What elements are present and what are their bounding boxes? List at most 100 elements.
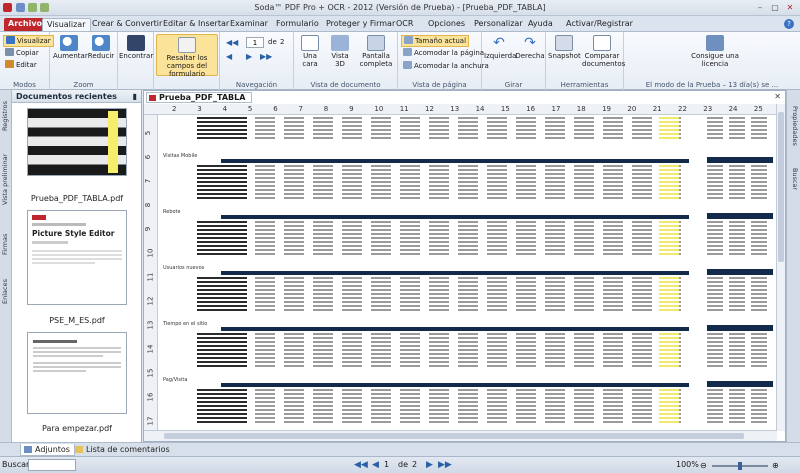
vertical-scrollbar[interactable] (776, 104, 785, 431)
search-input[interactable] (28, 459, 76, 471)
rotate-left-button[interactable]: ↶ Izquierda (484, 35, 516, 60)
copiar-mode-button[interactable]: Copiar (5, 48, 39, 58)
tab-vista-preliminar[interactable]: Vista preliminar (1, 144, 11, 214)
thumb-line (32, 250, 122, 252)
scroll-thumb[interactable] (164, 433, 744, 439)
menu-personalizar[interactable]: Personalizar (470, 18, 527, 31)
table-cell (255, 341, 275, 343)
table-cell (632, 397, 652, 399)
table-cell (574, 305, 594, 307)
table-cell (342, 401, 362, 403)
menu-crear[interactable]: Crear & Convertir (88, 18, 166, 31)
close-doc-icon[interactable]: ✕ (774, 92, 781, 101)
table-cell (371, 401, 391, 403)
table-cell (545, 409, 565, 411)
table-cell (751, 397, 767, 399)
get-license-button[interactable]: Consigue una licencia (690, 35, 740, 68)
table-cell (342, 197, 362, 199)
file-name-prueba[interactable]: Prueba_PDF_TABLA.pdf (12, 194, 142, 203)
first-page-icon[interactable]: ◀◀ (354, 461, 368, 470)
menu-ocr[interactable]: OCR (392, 18, 417, 31)
horizontal-scrollbar[interactable] (144, 430, 777, 441)
table-cell (284, 245, 304, 247)
table-cell (574, 165, 594, 167)
una-cara-button[interactable]: Una cara (296, 35, 324, 68)
zoom-in-icon[interactable]: ⊕ (772, 461, 779, 470)
thumbnail-pse[interactable]: Picture Style Editor (27, 210, 127, 305)
vista-3d-button[interactable]: Vista 3D (326, 35, 354, 68)
last-page-icon[interactable]: ▶▶ (260, 52, 272, 61)
table-cell (545, 305, 565, 307)
menu-visualizar[interactable]: Visualizar (42, 18, 91, 31)
prev-page-icon[interactable]: ◀ (372, 461, 379, 470)
highlight-fields-button[interactable]: Resaltar los campos del formulario (156, 34, 218, 78)
recent-documents-panel: Documentos recientes ▮ Prueba_PDF_TABLA.p… (12, 90, 142, 442)
first-page-icon[interactable]: ◀◀ (226, 38, 238, 47)
file-name-para-empezar[interactable]: Para empezar.pdf (12, 424, 142, 433)
tab-propiedades[interactable]: Propiedades (789, 96, 799, 156)
table-cell (342, 345, 362, 347)
menu-editar[interactable]: Editar & Insertar (159, 18, 233, 31)
table-cell (545, 361, 565, 363)
pin-icon[interactable]: ▮ (133, 90, 137, 103)
table-cell (313, 409, 333, 411)
zoom-out-icon[interactable]: ⊖ (700, 461, 707, 470)
visualizar-mode-button[interactable]: Visualizar (3, 35, 54, 47)
table-cell (429, 365, 449, 367)
page-number-input[interactable] (246, 37, 264, 48)
table-cell (400, 413, 420, 415)
scroll-thumb[interactable] (778, 112, 784, 262)
menu-formulario[interactable]: Formulario (272, 18, 323, 31)
tab-firmas[interactable]: Firmas (1, 224, 11, 264)
table-cell (751, 125, 767, 127)
find-button[interactable]: Encontrar (119, 35, 153, 60)
table-cell (516, 337, 536, 339)
zoom-in-button[interactable]: Aumentar (53, 35, 88, 60)
table-cell (516, 301, 536, 303)
next-page-icon[interactable]: ▶ (426, 461, 433, 470)
document-view[interactable]: Prueba_PDF_TABLA ✕ 2 3 4 5 6 7 8 9 10 11 12 13 14 15 1… (143, 90, 786, 442)
maximize-button[interactable]: ▢ (769, 2, 781, 13)
table-cell (516, 233, 536, 235)
next-page-icon[interactable]: ▶ (246, 52, 252, 61)
zoom-slider-thumb[interactable] (738, 462, 742, 470)
menu-activar[interactable]: Activar/Registrar (562, 18, 637, 31)
tab-comentarios[interactable]: Lista de comentarios (72, 444, 174, 456)
prev-page-icon[interactable]: ◀ (226, 52, 232, 61)
table-cell (400, 249, 420, 251)
tab-adjuntos[interactable]: Adjuntos (20, 444, 75, 456)
pantalla-completa-button[interactable]: Pantalla completa (356, 35, 396, 68)
menu-archivo[interactable]: Archivo (4, 18, 47, 31)
table-cell (751, 181, 767, 183)
file-name-pse[interactable]: PSE_M_ES.pdf (12, 316, 142, 325)
zoom-out-button[interactable]: Reducir (85, 35, 117, 60)
table-cell (729, 361, 745, 363)
document-tab[interactable]: Prueba_PDF_TABLA (146, 92, 253, 103)
tab-buscar[interactable]: Buscar (789, 162, 799, 196)
menu-opciones[interactable]: Opciones (424, 18, 469, 31)
thumbnail-para-empezar[interactable] (27, 332, 127, 414)
table-cell (707, 285, 723, 287)
table-cell (313, 281, 333, 283)
thumbnail-prueba[interactable] (27, 108, 127, 176)
table-cell (400, 233, 420, 235)
table-cell (707, 117, 723, 119)
table-cell (255, 225, 275, 227)
menu-proteger[interactable]: Proteger y Firmar (322, 18, 399, 31)
acomodar-anchura-button[interactable]: Acomodar la anchura (403, 61, 489, 71)
last-page-icon[interactable]: ▶▶ (438, 461, 452, 470)
help-icon[interactable]: ? (784, 19, 794, 29)
acomodar-pagina-button[interactable]: Acomodar la página (403, 48, 484, 58)
table-cell (707, 289, 723, 291)
menu-ayuda[interactable]: Ayuda (524, 18, 557, 31)
menu-examinar[interactable]: Examinar (226, 18, 272, 31)
tab-enlaces[interactable]: Enlaces (1, 270, 11, 314)
editar-mode-button[interactable]: Editar (5, 60, 37, 70)
tamano-actual-button[interactable]: Tamaño actual (401, 35, 470, 47)
rotate-right-button[interactable]: ↷ Derecha (515, 35, 545, 60)
close-button[interactable]: ✕ (784, 2, 796, 13)
minimize-button[interactable]: – (754, 2, 766, 13)
tab-registros[interactable]: Registros (1, 94, 11, 138)
comparar-button[interactable]: Comparar documentos (582, 35, 625, 68)
snapshot-button[interactable]: Snapshot (548, 35, 581, 60)
